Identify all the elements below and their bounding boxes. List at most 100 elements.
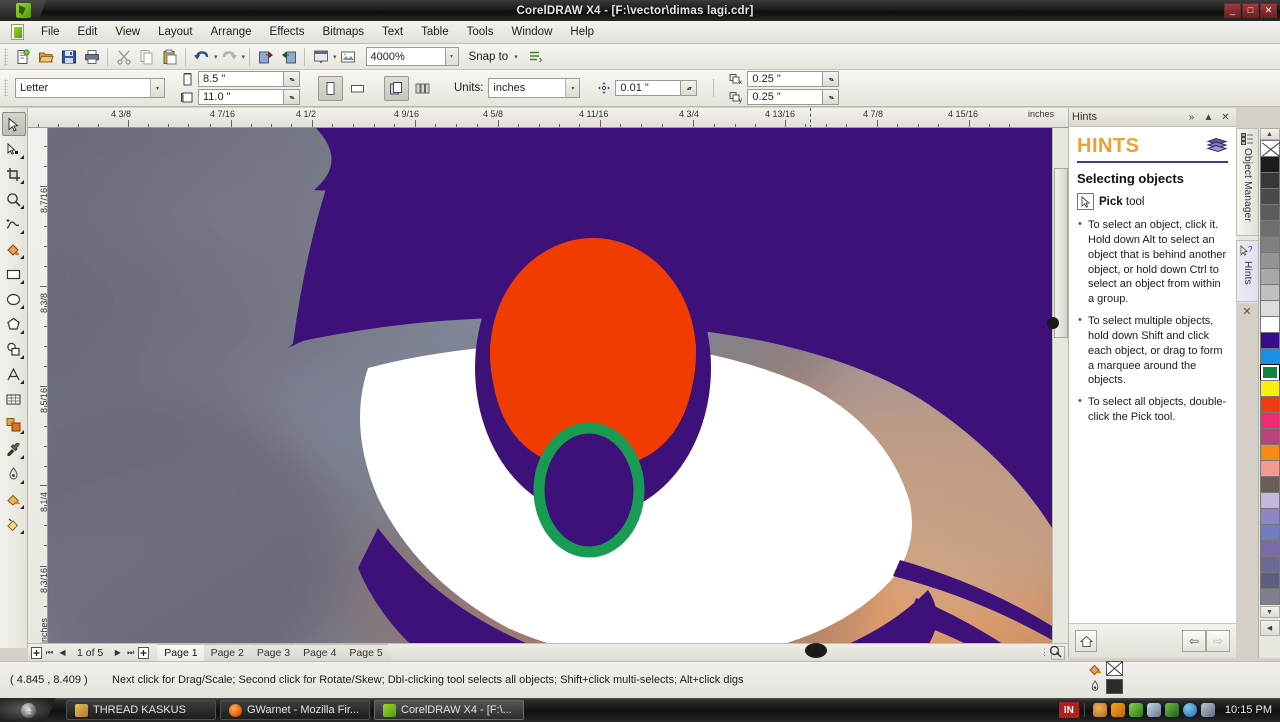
- docker-collapse-button[interactable]: ▲: [1201, 110, 1216, 125]
- menu-window[interactable]: Window: [502, 23, 561, 41]
- canvas-vertical-scrollbar[interactable]: [1052, 128, 1068, 643]
- palette-swatch-sky-blue[interactable]: [1259, 348, 1280, 365]
- selection-handle-dot[interactable]: [1047, 317, 1059, 329]
- document-control-icon[interactable]: [6, 23, 28, 42]
- horizontal-ruler[interactable]: 4 3/8 4 7/16 4 1/2 4 9/16 4 5/8 4 11/16 …: [28, 108, 1068, 128]
- units-chevron-down-icon[interactable]: ▾: [565, 79, 580, 97]
- text-tool[interactable]: [2, 362, 26, 386]
- palette-swatch-warm-gray[interactable]: [1259, 476, 1280, 493]
- palette-swatch[interactable]: [1259, 300, 1280, 317]
- menu-bitmaps[interactable]: Bitmaps: [313, 23, 373, 41]
- export-icon[interactable]: [277, 46, 300, 68]
- units-select[interactable]: inches ▾: [488, 78, 581, 98]
- copy-icon[interactable]: [135, 46, 158, 68]
- propertybar-grip[interactable]: [4, 79, 8, 97]
- minimize-button[interactable]: _: [1224, 3, 1241, 18]
- page-tab-1[interactable]: Page 1: [157, 644, 207, 661]
- palette-swatch-pink[interactable]: [1259, 412, 1280, 429]
- next-page-button[interactable]: ▶: [111, 646, 124, 660]
- save-disk-icon[interactable]: [57, 46, 80, 68]
- palette-swatch-deep-violet[interactable]: [1259, 332, 1280, 349]
- vertical-ruler[interactable]: 8 7/16 8 3/8 8 5/16 8 1/4 8 3/16 inches: [28, 128, 48, 648]
- maximize-button[interactable]: □: [1242, 3, 1259, 18]
- drawing-canvas[interactable]: [48, 128, 1052, 643]
- palette-swatch-dark-slate[interactable]: [1259, 572, 1280, 589]
- media-icon[interactable]: [1110, 703, 1125, 717]
- page-tab-3[interactable]: Page 3: [249, 644, 300, 661]
- page-width-spinner[interactable]: ▾▴: [284, 71, 300, 87]
- print-icon[interactable]: [80, 46, 103, 68]
- shape-tool[interactable]: [2, 137, 26, 161]
- vertical-scroll-thumb[interactable]: [1054, 168, 1068, 338]
- color-palette[interactable]: ▲ ▼ ◀: [1258, 128, 1280, 658]
- menu-layout[interactable]: Layout: [149, 23, 202, 41]
- shield-icon[interactable]: [1128, 703, 1143, 717]
- fill-tool[interactable]: [2, 487, 26, 511]
- nudge-offset-spinner[interactable]: ▴▾: [681, 80, 698, 96]
- palette-swatch[interactable]: [1259, 236, 1280, 253]
- application-launcher-icon[interactable]: [309, 46, 332, 68]
- zoom-dropdown-icon[interactable]: ▾: [445, 47, 459, 66]
- add-page-start-icon[interactable]: [30, 646, 43, 660]
- open-folder-icon[interactable]: [34, 46, 57, 68]
- page-tab-4[interactable]: Page 4: [296, 644, 346, 661]
- nudge-offset-input[interactable]: 0.01 ": [615, 80, 682, 96]
- blend-tool[interactable]: [2, 412, 26, 436]
- undo-arrow-icon[interactable]: [190, 46, 213, 68]
- paste-icon[interactable]: [158, 46, 181, 68]
- menu-edit[interactable]: Edit: [69, 23, 107, 41]
- zoom-tool[interactable]: [2, 187, 26, 211]
- start-button[interactable]: [0, 698, 56, 722]
- redo-dropdown-icon[interactable]: ▾: [242, 53, 246, 61]
- menu-arrange[interactable]: Arrange: [202, 23, 261, 41]
- outline-color-indicator[interactable]: [1106, 679, 1123, 694]
- duplicate-x-input[interactable]: 0.25 ": [747, 71, 824, 87]
- menu-view[interactable]: View: [106, 23, 149, 41]
- palette-swatch-white[interactable]: [1259, 316, 1280, 333]
- taskbar-item-browser-kaskus[interactable]: THREAD KASKUS: [66, 700, 216, 720]
- palette-swatch[interactable]: [1259, 284, 1280, 301]
- palette-scroll-up-button[interactable]: ▲: [1259, 128, 1280, 140]
- palette-swatch[interactable]: [1259, 188, 1280, 205]
- polygon-tool[interactable]: [2, 312, 26, 336]
- paper-type-chevron-down-icon[interactable]: ▾: [150, 79, 164, 97]
- new-document-icon[interactable]: [11, 46, 34, 68]
- pick-tool[interactable]: [1, 112, 26, 136]
- options-icon[interactable]: [524, 46, 547, 68]
- hints-home-button[interactable]: [1075, 630, 1097, 652]
- landscape-orientation-button[interactable]: [345, 76, 370, 101]
- page-width-input[interactable]: 8.5 ": [198, 71, 284, 87]
- stylized-eye-illustration[interactable]: [48, 128, 1052, 643]
- toolbar-grip[interactable]: [4, 47, 8, 66]
- zoom-to-fit-icon[interactable]: [1046, 643, 1064, 659]
- docker-close-button[interactable]: ✕: [1218, 110, 1233, 125]
- interactive-fill-tool[interactable]: [2, 512, 26, 536]
- fill-color-indicator[interactable]: [1106, 661, 1123, 676]
- palette-swatch-green-selected[interactable]: [1259, 364, 1280, 381]
- palette-swatch[interactable]: [1259, 220, 1280, 237]
- canvas-horizontal-scrollbar[interactable]: [540, 643, 670, 649]
- docker-expand-button[interactable]: »: [1184, 110, 1199, 125]
- duplicate-x-spinner[interactable]: ▾▴: [823, 71, 840, 87]
- add-page-end-icon[interactable]: [137, 646, 150, 660]
- drive-icon[interactable]: [1092, 703, 1107, 717]
- page-height-spinner[interactable]: ▾▴: [284, 89, 300, 105]
- paper-type-select[interactable]: Letter ▾: [15, 78, 165, 98]
- hints-forward-button[interactable]: ⇨: [1206, 630, 1230, 652]
- zoom-level-input[interactable]: 4000%: [365, 47, 446, 66]
- globe-icon[interactable]: [1182, 703, 1197, 717]
- outline-tool[interactable]: [2, 462, 26, 486]
- docker-tabs-close-icon[interactable]: ✕: [1236, 302, 1258, 320]
- palette-swatch[interactable]: [1259, 252, 1280, 269]
- palette-swatch-cool-gray[interactable]: [1259, 588, 1280, 605]
- undo-dropdown-icon[interactable]: ▾: [214, 53, 218, 61]
- hints-back-button[interactable]: ⇦: [1182, 630, 1206, 652]
- eyedropper-tool[interactable]: [2, 437, 26, 461]
- redo-arrow-icon[interactable]: [218, 46, 241, 68]
- volume-icon[interactable]: [1146, 703, 1161, 717]
- all-pages-button[interactable]: [384, 75, 409, 101]
- hints-book-icon[interactable]: [1206, 137, 1228, 156]
- corel-connect-icon[interactable]: [337, 46, 360, 68]
- palette-swatch-dusty-purple[interactable]: [1259, 540, 1280, 557]
- palette-swatch-black[interactable]: [1259, 156, 1280, 173]
